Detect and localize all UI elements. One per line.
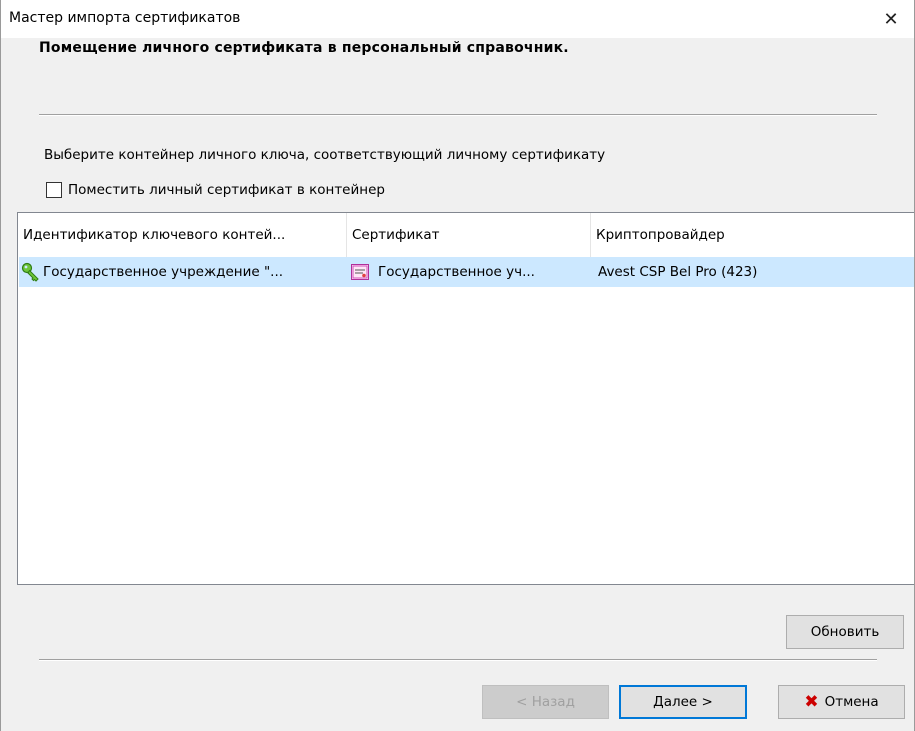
checkbox-label[interactable]: Поместить личный сертификат в контейнер: [68, 182, 385, 198]
red-x-icon: ✖: [804, 692, 819, 712]
back-button[interactable]: < Назад: [482, 685, 609, 719]
column-header-container[interactable]: Идентификатор ключевого контей...: [18, 213, 347, 257]
title-bar: Мастер импорта сертификатов ✕: [1, 0, 914, 38]
key-icon: [21, 262, 39, 282]
refresh-button[interactable]: Обновить: [786, 615, 904, 649]
cell-provider: Avest CSP Bel Pro (423): [598, 264, 758, 280]
cancel-label: Отмена: [824, 694, 879, 710]
place-in-container-checkbox[interactable]: [46, 182, 62, 198]
list-header: Идентификатор ключевого контей... Сертиф…: [18, 213, 914, 257]
container-list[interactable]: Идентификатор ключевого контей... Сертиф…: [17, 212, 914, 585]
instruction-text: Выберите контейнер личного ключа, соотве…: [44, 147, 606, 163]
column-header-certificate[interactable]: Сертификат: [347, 213, 591, 257]
footer-divider: [39, 659, 877, 661]
table-row[interactable]: Государственное учреждение "... Государс…: [19, 257, 914, 287]
cell-certificate: Государственное уч...: [378, 264, 535, 280]
window-title: Мастер импорта сертификатов: [9, 10, 241, 26]
header-divider: [39, 114, 877, 116]
place-in-container-option[interactable]: Поместить личный сертификат в контейнер: [46, 180, 385, 200]
next-button[interactable]: Далее >: [619, 685, 747, 719]
cancel-button[interactable]: ✖ Отмена: [778, 685, 905, 719]
page-heading: Помещение личного сертификата в персонал…: [39, 40, 569, 56]
cell-container: Государственное учреждение "...: [43, 264, 284, 280]
close-button[interactable]: ✕: [868, 0, 914, 38]
close-icon: ✕: [883, 8, 899, 30]
certificate-icon: [351, 264, 369, 280]
column-header-provider[interactable]: Криптопровайдер: [591, 213, 914, 257]
dialog-window: Мастер импорта сертификатов ✕ Помещение …: [0, 0, 915, 731]
